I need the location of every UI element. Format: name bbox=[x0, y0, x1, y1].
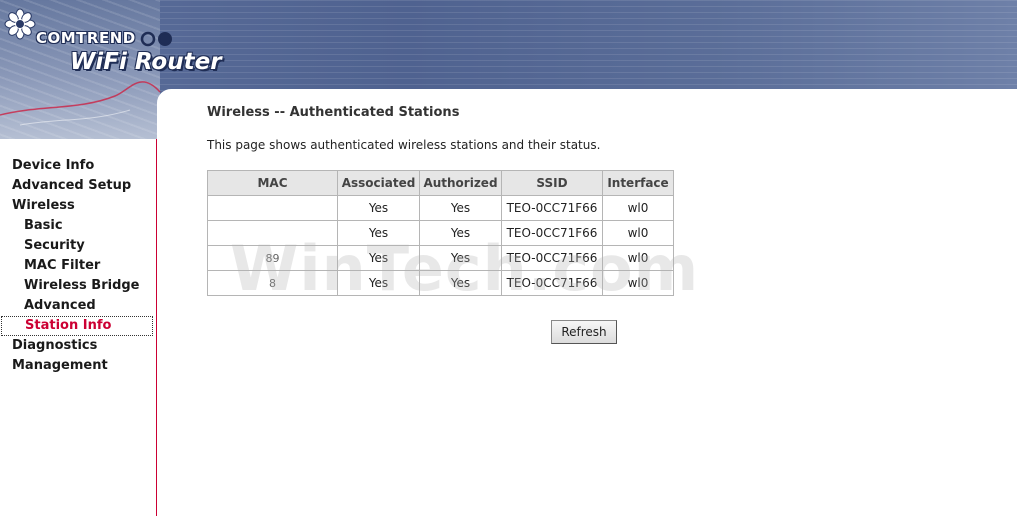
table-header-row: MAC Associated Authorized SSID Interface bbox=[207, 170, 674, 196]
sidebar-item-station-info[interactable]: Station Info bbox=[1, 316, 153, 336]
sidebar-item-security[interactable]: Security bbox=[0, 236, 156, 256]
page-description: This page shows authenticated wireless s… bbox=[207, 138, 601, 152]
sidebar-item-management[interactable]: Management bbox=[0, 356, 156, 376]
brand-name: COMTREND bbox=[36, 29, 136, 47]
cell-mac bbox=[207, 195, 338, 221]
table-row: 89 Yes Yes TEO-0CC71F66 wl0 bbox=[207, 245, 674, 271]
table-row: 8 Yes Yes TEO-0CC71F66 wl0 bbox=[207, 270, 674, 296]
cell-ssid: TEO-0CC71F66 bbox=[501, 245, 603, 271]
sidebar-item-wireless-bridge[interactable]: Wireless Bridge bbox=[0, 276, 156, 296]
cell-authorized: Yes bbox=[419, 195, 502, 221]
column-header-mac: MAC bbox=[207, 170, 338, 196]
cell-interface: wl0 bbox=[602, 220, 674, 246]
sidebar-menu: Device Info Advanced Setup Wireless Basi… bbox=[0, 156, 156, 376]
content-panel bbox=[157, 89, 1017, 516]
column-header-associated: Associated bbox=[337, 170, 420, 196]
cell-authorized: Yes bbox=[419, 220, 502, 246]
cell-ssid: TEO-0CC71F66 bbox=[501, 270, 603, 296]
cell-interface: wl0 bbox=[602, 195, 674, 221]
sidebar-item-basic[interactable]: Basic bbox=[0, 216, 156, 236]
table-row: Yes Yes TEO-0CC71F66 wl0 bbox=[207, 220, 674, 246]
sidebar-item-device-info[interactable]: Device Info bbox=[0, 156, 156, 176]
cell-authorized: Yes bbox=[419, 245, 502, 271]
column-header-interface: Interface bbox=[602, 170, 674, 196]
sidebar: Device Info Advanced Setup Wireless Basi… bbox=[0, 139, 157, 516]
cell-associated: Yes bbox=[337, 270, 420, 296]
cell-mac: 8 bbox=[207, 270, 338, 296]
refresh-button[interactable]: Refresh bbox=[551, 320, 617, 344]
flower-logo-icon bbox=[4, 8, 36, 40]
cell-ssid: TEO-0CC71F66 bbox=[501, 220, 603, 246]
cell-authorized: Yes bbox=[419, 270, 502, 296]
cell-mac: 89 bbox=[207, 245, 338, 271]
product-name: WiFi Router bbox=[70, 49, 222, 75]
cell-mac bbox=[207, 220, 338, 246]
brand-circles-icon bbox=[140, 31, 172, 47]
cell-interface: wl0 bbox=[602, 245, 674, 271]
column-header-ssid: SSID bbox=[501, 170, 603, 196]
column-header-authorized: Authorized bbox=[419, 170, 502, 196]
sidebar-item-diagnostics[interactable]: Diagnostics bbox=[0, 336, 156, 356]
sidebar-item-wireless[interactable]: Wireless bbox=[0, 196, 156, 216]
sidebar-item-advanced[interactable]: Advanced bbox=[0, 296, 156, 316]
cell-interface: wl0 bbox=[602, 270, 674, 296]
cell-associated: Yes bbox=[337, 195, 420, 221]
cell-ssid: TEO-0CC71F66 bbox=[501, 195, 603, 221]
cell-associated: Yes bbox=[337, 245, 420, 271]
sidebar-item-advanced-setup[interactable]: Advanced Setup bbox=[0, 176, 156, 196]
stations-table: MAC Associated Authorized SSID Interface… bbox=[207, 170, 674, 296]
page-title: Wireless -- Authenticated Stations bbox=[207, 105, 460, 120]
sidebar-item-mac-filter[interactable]: MAC Filter bbox=[0, 256, 156, 276]
table-row: Yes Yes TEO-0CC71F66 wl0 bbox=[207, 195, 674, 221]
cell-associated: Yes bbox=[337, 220, 420, 246]
